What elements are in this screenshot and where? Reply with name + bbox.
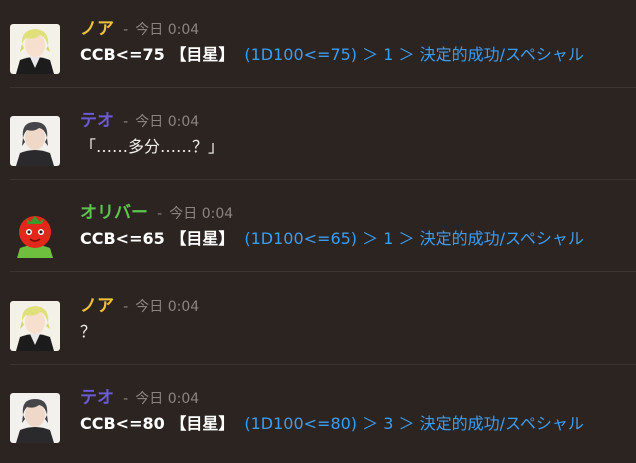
message-body: CCB<=75 【目星】 (1D100<=75) ＞ 1 ＞ 決定的成功/スペシャ… (80, 44, 584, 66)
chat-message: ノア - 今日 0:04 ？ (0, 273, 636, 365)
avatar-oliver[interactable] (10, 208, 60, 258)
message-header: オリバー - 今日 0:04 (80, 202, 233, 225)
avatar-noa[interactable] (10, 301, 60, 351)
message-divider (10, 271, 636, 272)
message-separator: - (123, 114, 129, 130)
dice-result: (1D100<=80) ＞ 3 ＞ 決定的成功/スペシャル (244, 414, 584, 433)
message-body: ？ (80, 321, 96, 343)
dice-result: (1D100<=75) ＞ 1 ＞ 決定的成功/スペシャル (244, 45, 584, 64)
message-text: 「……多分……？」 (80, 137, 225, 156)
message-text: ？ (80, 322, 97, 341)
message-body: CCB<=65 【目星】 (1D100<=65) ＞ 1 ＞ 決定的成功/スペシャ… (80, 228, 584, 250)
dice-command: CCB<=65 【目星】 (80, 229, 235, 248)
message-header: テオ - 今日 0:04 (80, 387, 199, 410)
dice-result: (1D100<=65) ＞ 1 ＞ 決定的成功/スペシャル (244, 229, 584, 248)
message-header: ノア - 今日 0:04 (80, 18, 199, 41)
message-header: ノア - 今日 0:04 (80, 295, 199, 318)
chat-message: テオ - 今日 0:04 「……多分……？」 (0, 88, 636, 180)
dice-command: CCB<=75 【目星】 (80, 45, 235, 64)
avatar-teo[interactable] (10, 393, 60, 443)
speaker-name[interactable]: テオ (80, 111, 114, 131)
message-separator: - (123, 299, 129, 315)
message-separator: - (123, 391, 129, 407)
message-body: 「……多分……？」 (80, 136, 224, 158)
speaker-name[interactable]: ノア (80, 19, 114, 39)
chat-message: ノア - 今日 0:04 CCB<=75 【目星】 (1D100<=75) ＞ 1… (0, 0, 636, 88)
message-timestamp: 今日 0:04 (135, 299, 200, 315)
speaker-name[interactable]: オリバー (80, 203, 148, 223)
message-body: CCB<=80 【目星】 (1D100<=80) ＞ 3 ＞ 決定的成功/スペシャ… (80, 413, 584, 435)
message-header: テオ - 今日 0:04 (80, 110, 199, 133)
speaker-name[interactable]: ノア (80, 296, 114, 316)
chat-message: テオ - 今日 0:04 CCB<=80 【目星】 (1D100<=80) ＞ 3… (0, 365, 636, 457)
message-timestamp: 今日 0:04 (135, 114, 200, 130)
dice-command: CCB<=80 【目星】 (80, 414, 235, 433)
message-separator: - (123, 22, 129, 38)
chat-message: オリバー - 今日 0:04 CCB<=65 【目星】 (1D100<=65) ＞… (0, 180, 636, 272)
chat-log: ノア - 今日 0:04 CCB<=75 【目星】 (1D100<=75) ＞ 1… (0, 0, 636, 463)
message-timestamp: 今日 0:04 (135, 391, 200, 407)
message-separator: - (157, 206, 163, 222)
avatar-teo[interactable] (10, 116, 60, 166)
message-timestamp: 今日 0:04 (169, 206, 234, 222)
speaker-name[interactable]: テオ (80, 388, 114, 408)
message-timestamp: 今日 0:04 (135, 22, 200, 38)
avatar-noa[interactable] (10, 24, 60, 74)
